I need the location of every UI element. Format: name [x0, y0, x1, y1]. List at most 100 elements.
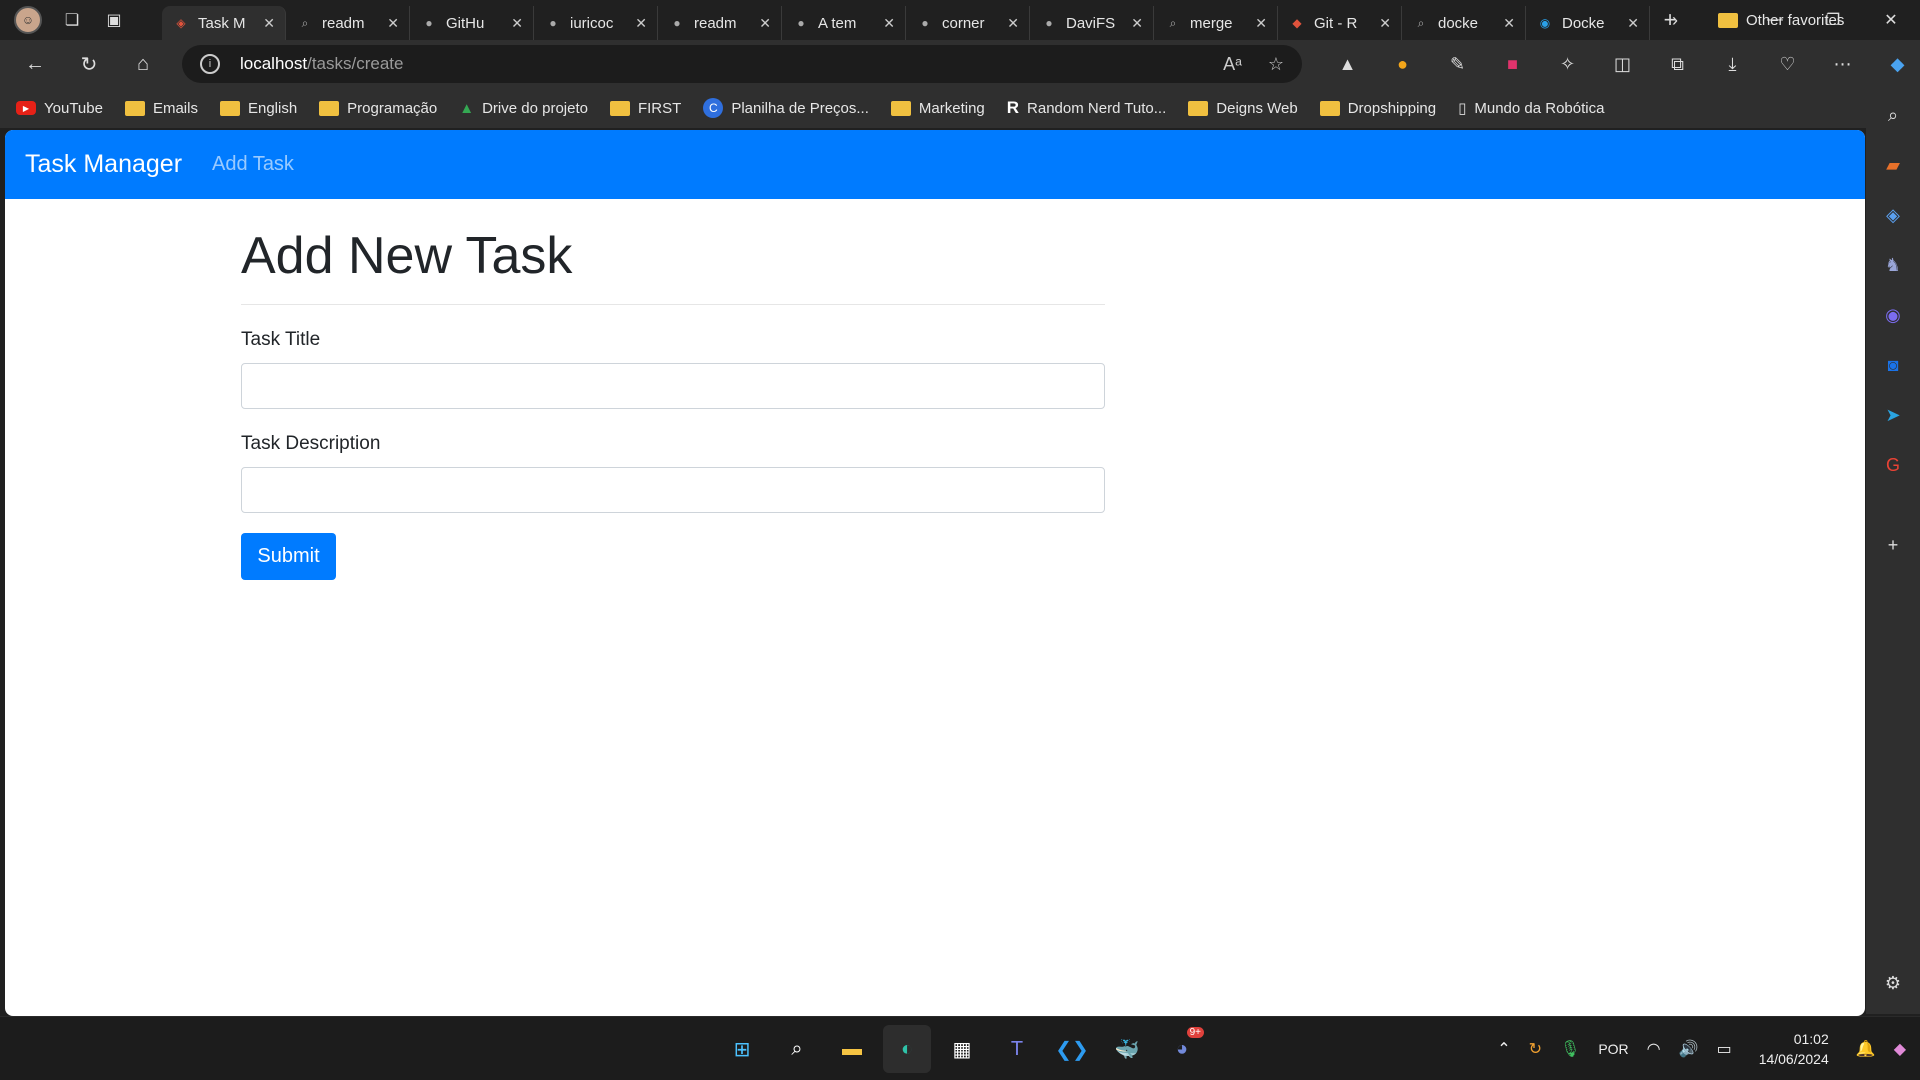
new-tab-button[interactable]: +: [1650, 7, 1690, 33]
docker-icon[interactable]: 🐳: [1103, 1025, 1151, 1073]
downloads-icon[interactable]: ⤓: [1705, 40, 1760, 88]
bookmark-item[interactable]: R Random Nerd Tuto...: [1007, 98, 1167, 118]
extension-search-icon[interactable]: ●: [1375, 40, 1430, 88]
browser-tab[interactable]: ● readm ✕: [658, 6, 782, 40]
split-screen-icon[interactable]: ◫: [1595, 40, 1650, 88]
bookmark-item[interactable]: Dropshipping: [1319, 100, 1436, 117]
wifi-icon[interactable]: ◠: [1647, 1039, 1661, 1059]
browser-tab[interactable]: ● corner ✕: [906, 6, 1030, 40]
store-icon[interactable]: ▦: [938, 1025, 986, 1073]
browser-tab[interactable]: ◉ Docke ✕: [1526, 6, 1650, 40]
sync-icon[interactable]: ↻: [1529, 1039, 1542, 1059]
language-indicator[interactable]: POR: [1598, 1041, 1628, 1057]
bookmark-item[interactable]: Emails: [124, 100, 198, 117]
submit-button[interactable]: Submit: [241, 533, 336, 580]
github-icon: ●: [1045, 16, 1053, 30]
tab-close-icon[interactable]: ✕: [1131, 15, 1143, 32]
bookmark-item[interactable]: English: [219, 100, 297, 117]
discord-icon[interactable]: ◕ 9+: [1158, 1025, 1206, 1073]
more-menu-icon[interactable]: ⋯: [1815, 40, 1870, 88]
sidebar-shopping-icon[interactable]: ◈: [1878, 200, 1908, 230]
extension-record-icon[interactable]: ■: [1485, 40, 1540, 88]
sidebar-games-icon[interactable]: ♞: [1878, 250, 1908, 280]
battery-icon[interactable]: ▭: [1717, 1039, 1732, 1059]
browser-tab[interactable]: ◈ Task M ✕: [162, 6, 286, 40]
tab-close-icon[interactable]: ✕: [1379, 15, 1391, 32]
tab-close-icon[interactable]: ✕: [883, 15, 895, 32]
clock[interactable]: 01:02 14/06/2024: [1750, 1029, 1838, 1069]
navbar-brand[interactable]: Task Manager: [25, 150, 182, 179]
copilot-taskbar-icon[interactable]: ◆: [1894, 1039, 1906, 1059]
site-info-icon[interactable]: i: [200, 54, 220, 74]
tab-close-icon[interactable]: ✕: [263, 15, 275, 32]
other-favorites[interactable]: Other favorites: [1718, 0, 1844, 40]
tab-actions-icon[interactable]: ▣: [102, 8, 126, 32]
sidebar-settings-icon[interactable]: ⚙: [1878, 968, 1908, 998]
favorite-star-icon[interactable]: ☆: [1268, 54, 1284, 75]
browser-tab[interactable]: ● A tem ✕: [782, 6, 906, 40]
extensions-icon[interactable]: ✧: [1540, 40, 1595, 88]
sidebar-google-icon[interactable]: G: [1878, 450, 1908, 480]
discord-badge: 9+: [1186, 1027, 1204, 1038]
volume-icon[interactable]: 🔊: [1679, 1039, 1699, 1059]
edge-icon[interactable]: ◐: [883, 1025, 931, 1073]
bookmarks-overflow-icon[interactable]: ›: [1672, 10, 1678, 31]
browser-tab[interactable]: ● DaviFS ✕: [1030, 6, 1154, 40]
workspaces-icon[interactable]: ❏: [60, 8, 84, 32]
microphone-icon[interactable]: 🎙: [1560, 1039, 1580, 1059]
home-icon[interactable]: ⌂: [116, 44, 170, 84]
browser-tab[interactable]: ⌕ readm ✕: [286, 6, 410, 40]
sidebar-outlook-icon[interactable]: ◙: [1878, 350, 1908, 380]
sidebar-tools-icon[interactable]: ▰: [1878, 150, 1908, 180]
browser-tab[interactable]: ⌕ merge ✕: [1154, 6, 1278, 40]
tab-close-icon[interactable]: ✕: [759, 15, 771, 32]
profile-avatar[interactable]: ☺: [14, 6, 42, 34]
file-explorer-icon[interactable]: ▬: [828, 1025, 876, 1073]
bookmark-label: Random Nerd Tuto...: [1027, 99, 1167, 117]
bookmark-item[interactable]: C Planilha de Preços...: [703, 98, 869, 118]
task-title-input[interactable]: [241, 363, 1105, 409]
browser-essentials-icon[interactable]: ♡: [1760, 40, 1815, 88]
bookmark-item[interactable]: Programação: [319, 100, 437, 117]
extension-pen-icon[interactable]: ✎: [1430, 40, 1485, 88]
tab-close-icon[interactable]: ✕: [1255, 15, 1267, 32]
sidebar-telegram-icon[interactable]: ➤: [1878, 400, 1908, 430]
tab-close-icon[interactable]: ✕: [1503, 15, 1515, 32]
bookmark-item[interactable]: ▯ Mundo da Robótica: [1458, 99, 1604, 118]
reload-icon[interactable]: ↻: [62, 44, 116, 84]
bookmark-item[interactable]: Deigns Web: [1188, 100, 1298, 117]
sidebar-add-icon[interactable]: +: [1878, 530, 1908, 560]
collections-icon[interactable]: ⧉: [1650, 40, 1705, 88]
address-bar[interactable]: i localhost/tasks/create Aᵃ ☆: [182, 45, 1302, 83]
bookmark-item[interactable]: ▶ YouTube: [16, 100, 103, 117]
tray-overflow-icon[interactable]: ⌃: [1497, 1039, 1510, 1059]
tab-close-icon[interactable]: ✕: [511, 15, 523, 32]
browser-tab[interactable]: ◆ Git - R ✕: [1278, 6, 1402, 40]
task-description-input[interactable]: [241, 467, 1105, 513]
extension-mountain-icon[interactable]: ▲: [1320, 40, 1375, 88]
back-icon[interactable]: ←: [8, 44, 62, 84]
notifications-icon[interactable]: 🔔: [1856, 1039, 1876, 1059]
folder-icon: [609, 100, 630, 116]
start-icon[interactable]: ⊞: [718, 1025, 766, 1073]
copilot-icon[interactable]: ◆: [1870, 40, 1920, 88]
close-window-icon[interactable]: ✕: [1862, 0, 1920, 40]
teams-icon[interactable]: T: [993, 1025, 1041, 1073]
github-icon: ●: [921, 16, 929, 30]
bookmark-item[interactable]: Marketing: [890, 100, 985, 117]
bookmark-item[interactable]: ▲ Drive do projeto: [459, 100, 588, 117]
sidebar-copilot-icon[interactable]: ◉: [1878, 300, 1908, 330]
tab-close-icon[interactable]: ✕: [1007, 15, 1019, 32]
browser-tab[interactable]: ⌕ docke ✕: [1402, 6, 1526, 40]
sidebar-search-icon[interactable]: ⌕: [1878, 100, 1908, 130]
tab-close-icon[interactable]: ✕: [635, 15, 647, 32]
tab-close-icon[interactable]: ✕: [1627, 15, 1639, 32]
taskbar-search-icon[interactable]: ⌕: [773, 1025, 821, 1073]
nav-link-add-task[interactable]: Add Task: [212, 153, 294, 176]
browser-tab[interactable]: ● GitHu ✕: [410, 6, 534, 40]
bookmark-item[interactable]: FIRST: [609, 100, 681, 117]
tab-close-icon[interactable]: ✕: [387, 15, 399, 32]
browser-tab[interactable]: ● iuricoc ✕: [534, 6, 658, 40]
vscode-icon[interactable]: ❮❯: [1048, 1025, 1096, 1073]
read-aloud-icon[interactable]: Aᵃ: [1223, 54, 1242, 75]
